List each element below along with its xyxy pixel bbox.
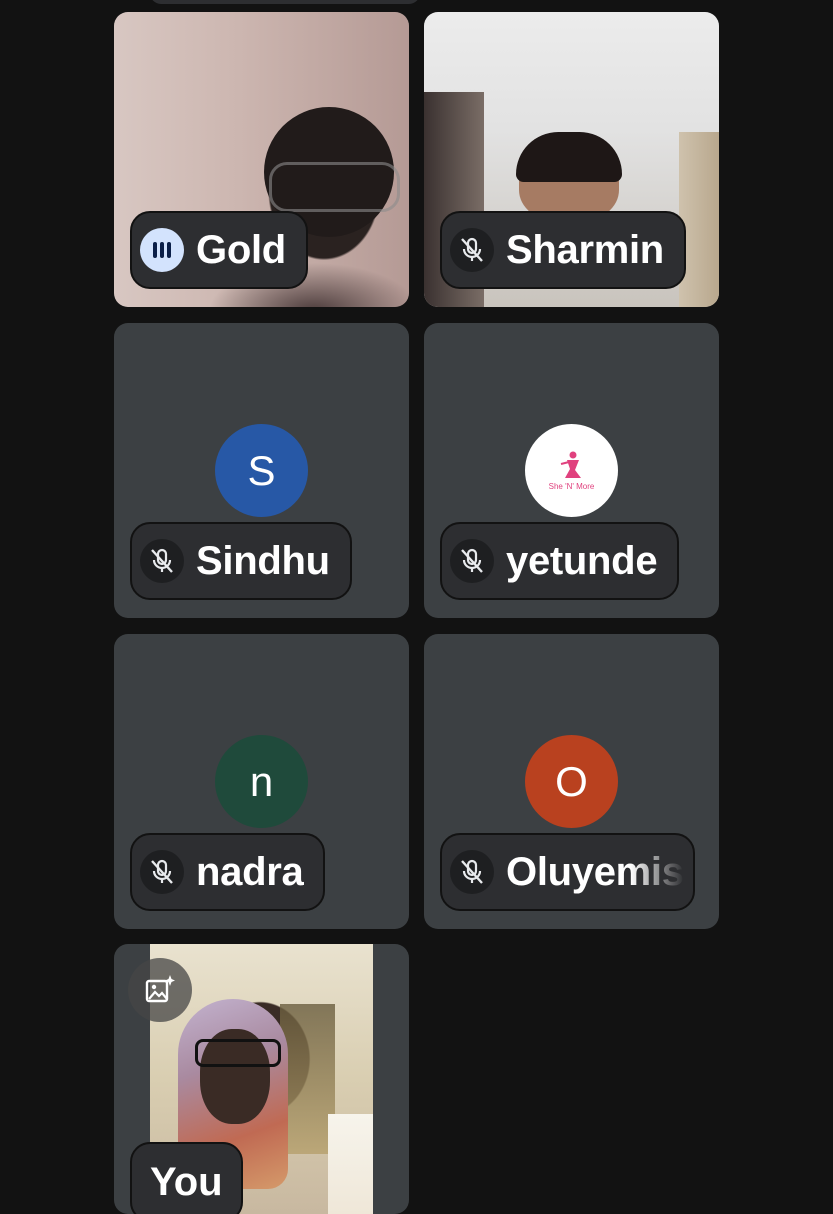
participant-name: Sindhu xyxy=(196,538,330,583)
avatar: She 'N' More xyxy=(525,424,618,517)
logo-text: She 'N' More xyxy=(548,482,595,491)
mic-off-icon xyxy=(450,539,494,583)
participant-name: nadra xyxy=(196,849,304,894)
participant-name-chip: yetunde xyxy=(440,522,680,600)
self-label: You xyxy=(150,1159,223,1204)
logo-figure-icon xyxy=(560,451,581,478)
participant-name-chip: Sharmin xyxy=(440,211,686,289)
participant-name: Oluyemis xyxy=(506,849,684,894)
mic-off-icon xyxy=(450,228,494,272)
participant-tile-nadra[interactable]: n nadra xyxy=(114,634,409,929)
avatar: n xyxy=(215,735,308,828)
participant-name-chip: Gold xyxy=(130,211,308,289)
image-effects-icon xyxy=(145,975,175,1003)
avatar: S xyxy=(215,424,308,517)
participant-name: Sharmin xyxy=(506,227,664,272)
mic-off-icon xyxy=(450,850,494,894)
mic-off-icon xyxy=(140,539,184,583)
participant-name-chip: Oluyemis xyxy=(440,833,695,911)
participant-name-chip: nadra xyxy=(130,833,326,911)
participant-tile-sindhu[interactable]: S Sindhu xyxy=(114,323,409,618)
mic-off-icon xyxy=(140,850,184,894)
participant-tile-yetunde[interactable]: She 'N' More yetunde xyxy=(424,323,719,618)
top-bar-pill xyxy=(150,0,420,4)
speaking-audio-icon xyxy=(140,228,184,272)
participant-name: yetunde xyxy=(506,538,658,583)
avatar: O xyxy=(525,735,618,828)
self-name-chip: You xyxy=(130,1142,243,1214)
participant-tile-oluyemis[interactable]: O Oluyemis xyxy=(424,634,719,929)
participant-name-chip: Sindhu xyxy=(130,522,352,600)
effects-button[interactable] xyxy=(128,958,192,1022)
participant-tile-sharmin[interactable]: Sharmin xyxy=(424,12,719,307)
participant-tile-gold[interactable]: Gold xyxy=(114,12,409,307)
self-view-tile[interactable]: You xyxy=(114,944,409,1214)
participant-name: Gold xyxy=(196,227,286,272)
